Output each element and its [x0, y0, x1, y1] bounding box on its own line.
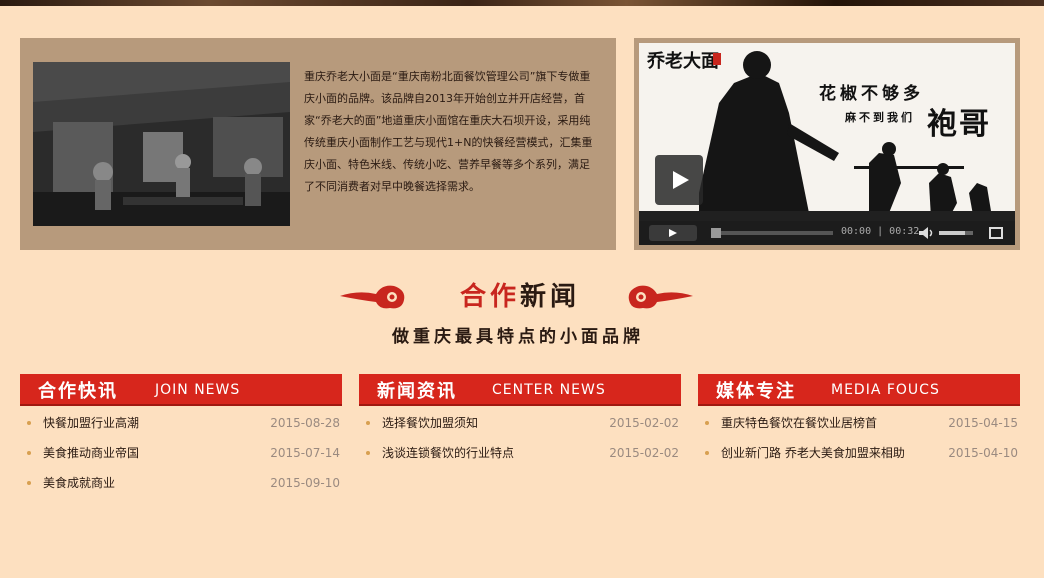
section-title: 合作新闻	[430, 276, 610, 313]
video-controls: 00:00 | 00:32	[639, 221, 1015, 245]
news-date: 2015-02-02	[609, 446, 679, 460]
time-total: 00:32	[889, 226, 920, 237]
fullscreen-icon[interactable]	[989, 227, 1003, 239]
column-title-en: MEDIA FOUCS	[831, 382, 940, 398]
column-header[interactable]: 媒体专注 MEDIA FOUCS	[698, 374, 1020, 406]
bullet-icon	[705, 451, 709, 455]
column-title-zh: 新闻资讯	[377, 381, 457, 402]
section-title-part2: 新闻	[520, 282, 581, 312]
list-item[interactable]: 创业新门路 乔老大美食加盟来相助 2015-04-10	[698, 444, 1020, 474]
news-link[interactable]: 浅谈连锁餐饮的行业特点	[382, 444, 514, 462]
column-title-zh: 媒体专注	[716, 381, 796, 402]
about-description: 重庆乔老大小面是“重庆南粉北面餐饮管理公司”旗下专做重庆小面的品牌。该品牌自20…	[304, 70, 593, 193]
news-list: 重庆特色餐饮在餐饮业居榜首 2015-04-15 创业新门路 乔老大美食加盟来相…	[698, 414, 1020, 474]
list-item[interactable]: 浅谈连锁餐饮的行业特点 2015-02-02	[359, 444, 681, 474]
section-title-part1: 合作	[459, 282, 520, 312]
cloud-ornament-left-icon	[340, 285, 405, 309]
bullet-icon	[27, 481, 31, 485]
news-column-center: 新闻资讯 CENTER NEWS 选择餐饮加盟须知 2015-02-02 浅谈连…	[359, 374, 681, 474]
video-slogan-line2: 麻不到我们	[845, 111, 915, 124]
news-link[interactable]: 快餐加盟行业高潮	[43, 414, 139, 432]
video-player[interactable]: 乔老大面 花椒不够多 麻不到我们 袍哥 00:00 | 00:32	[639, 43, 1015, 245]
time-display: 00:00 | 00:32	[841, 226, 920, 237]
brand-logo-text: 乔老大面	[647, 51, 719, 72]
news-list: 选择餐饮加盟须知 2015-02-02 浅谈连锁餐饮的行业特点 2015-02-…	[359, 414, 681, 474]
news-link[interactable]: 创业新门路 乔老大美食加盟来相助	[721, 444, 905, 462]
list-item[interactable]: 美食推动商业帝国 2015-07-14	[20, 444, 342, 474]
news-link[interactable]: 选择餐饮加盟须知	[382, 414, 478, 432]
about-panel: 重庆乔老大小面是“重庆南粉北面餐饮管理公司”旗下专做重庆小面的品牌。该品牌自20…	[20, 38, 616, 250]
volume-level	[939, 231, 965, 235]
news-column-media: 媒体专注 MEDIA FOUCS 重庆特色餐饮在餐饮业居榜首 2015-04-1…	[698, 374, 1020, 474]
news-list: 快餐加盟行业高潮 2015-08-28 美食推动商业帝国 2015-07-14 …	[20, 414, 342, 504]
news-link[interactable]: 重庆特色餐饮在餐饮业居榜首	[721, 414, 877, 432]
news-date: 2015-04-15	[948, 416, 1018, 430]
news-date: 2015-08-28	[270, 416, 340, 430]
column-title-en: CENTER NEWS	[492, 382, 606, 398]
list-item[interactable]: 选择餐饮加盟须知 2015-02-02	[359, 414, 681, 444]
bullet-icon	[366, 421, 370, 425]
list-item[interactable]: 重庆特色餐饮在餐饮业居榜首 2015-04-15	[698, 414, 1020, 444]
column-header[interactable]: 合作快讯 JOIN NEWS	[20, 374, 342, 406]
news-column-join: 合作快讯 JOIN NEWS 快餐加盟行业高潮 2015-08-28 美食推动商…	[20, 374, 342, 504]
section-subtitle: 做重庆最具特点的小面品牌	[392, 327, 644, 347]
play-button[interactable]	[649, 225, 697, 241]
news-link[interactable]: 美食推动商业帝国	[43, 444, 139, 462]
news-date: 2015-02-02	[609, 416, 679, 430]
section-heading: 合作新闻	[338, 276, 698, 316]
video-slogan-brand: 袍哥	[927, 107, 991, 142]
video-panel: 乔老大面 花椒不够多 麻不到我们 袍哥 00:00 | 00:32	[634, 38, 1020, 250]
brand-logo: 乔老大面	[647, 47, 725, 81]
progress-track[interactable]	[711, 231, 833, 235]
volume-icon[interactable]	[919, 227, 935, 239]
news-date: 2015-09-10	[270, 476, 340, 490]
bullet-icon	[27, 451, 31, 455]
play-overlay-button[interactable]	[655, 155, 703, 205]
news-link[interactable]: 美食成就商业	[43, 474, 115, 492]
cloud-ornament-right-icon	[628, 285, 693, 309]
logo-seal	[713, 53, 721, 65]
column-title-zh: 合作快讯	[38, 381, 118, 402]
bullet-icon	[366, 451, 370, 455]
news-date: 2015-07-14	[270, 446, 340, 460]
column-title-en: JOIN NEWS	[155, 382, 241, 398]
video-slogan-line1: 花椒不够多	[819, 84, 924, 104]
list-item[interactable]: 美食成就商业 2015-09-10	[20, 474, 342, 504]
list-item[interactable]: 快餐加盟行业高潮 2015-08-28	[20, 414, 342, 444]
time-current: 00:00	[841, 226, 872, 237]
column-header[interactable]: 新闻资讯 CENTER NEWS	[359, 374, 681, 406]
bullet-icon	[27, 421, 31, 425]
progress-handle[interactable]	[711, 228, 721, 238]
restaurant-photo	[33, 62, 290, 226]
top-banner-strip	[0, 0, 1044, 6]
bullet-icon	[705, 421, 709, 425]
news-date: 2015-04-10	[948, 446, 1018, 460]
